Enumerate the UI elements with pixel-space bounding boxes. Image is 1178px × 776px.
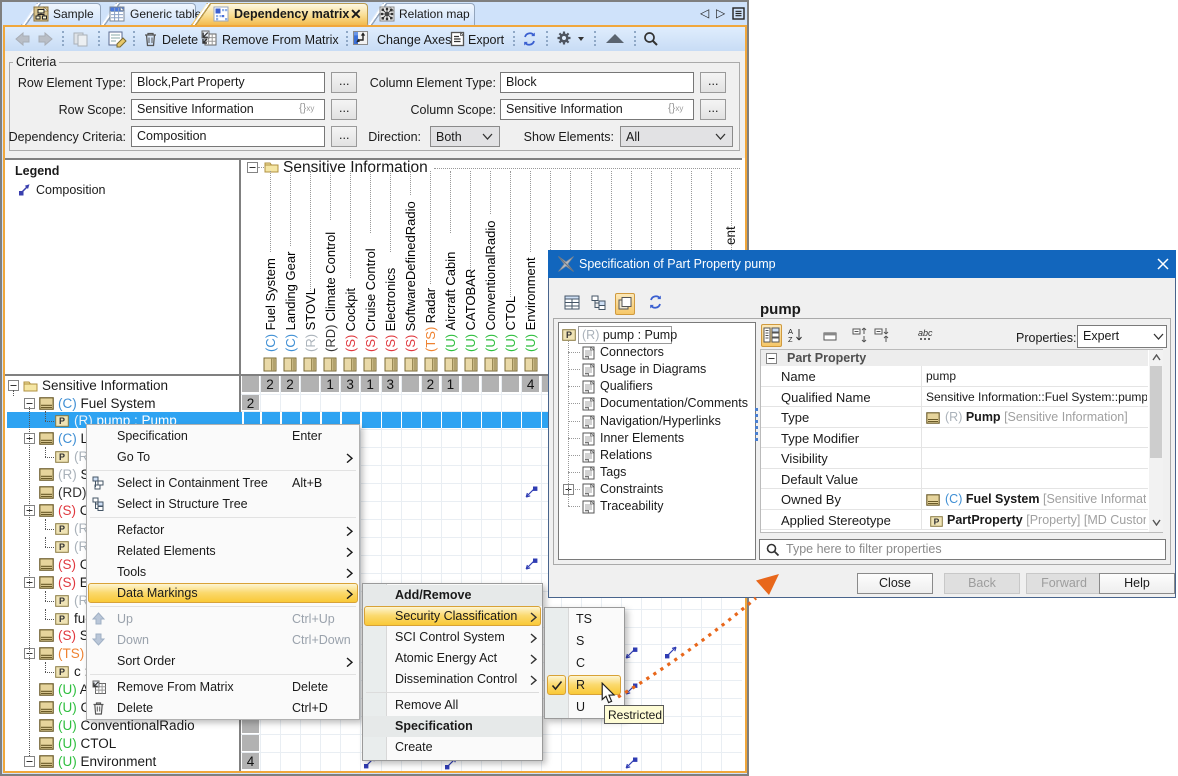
svg-text:P: P xyxy=(59,596,65,606)
svg-text:P: P xyxy=(59,452,65,462)
svg-text:P: P xyxy=(566,330,572,340)
svg-text:P: P xyxy=(934,516,940,526)
svg-text:P: P xyxy=(59,667,65,677)
svg-text:ent: ent xyxy=(723,226,738,245)
svg-text:P: P xyxy=(59,416,65,426)
svg-text:Z: Z xyxy=(788,335,793,343)
svg-text:P: P xyxy=(59,614,65,624)
svg-text:abc: abc xyxy=(918,328,933,338)
svg-text:P: P xyxy=(59,524,65,534)
svg-text:P: P xyxy=(59,542,65,552)
